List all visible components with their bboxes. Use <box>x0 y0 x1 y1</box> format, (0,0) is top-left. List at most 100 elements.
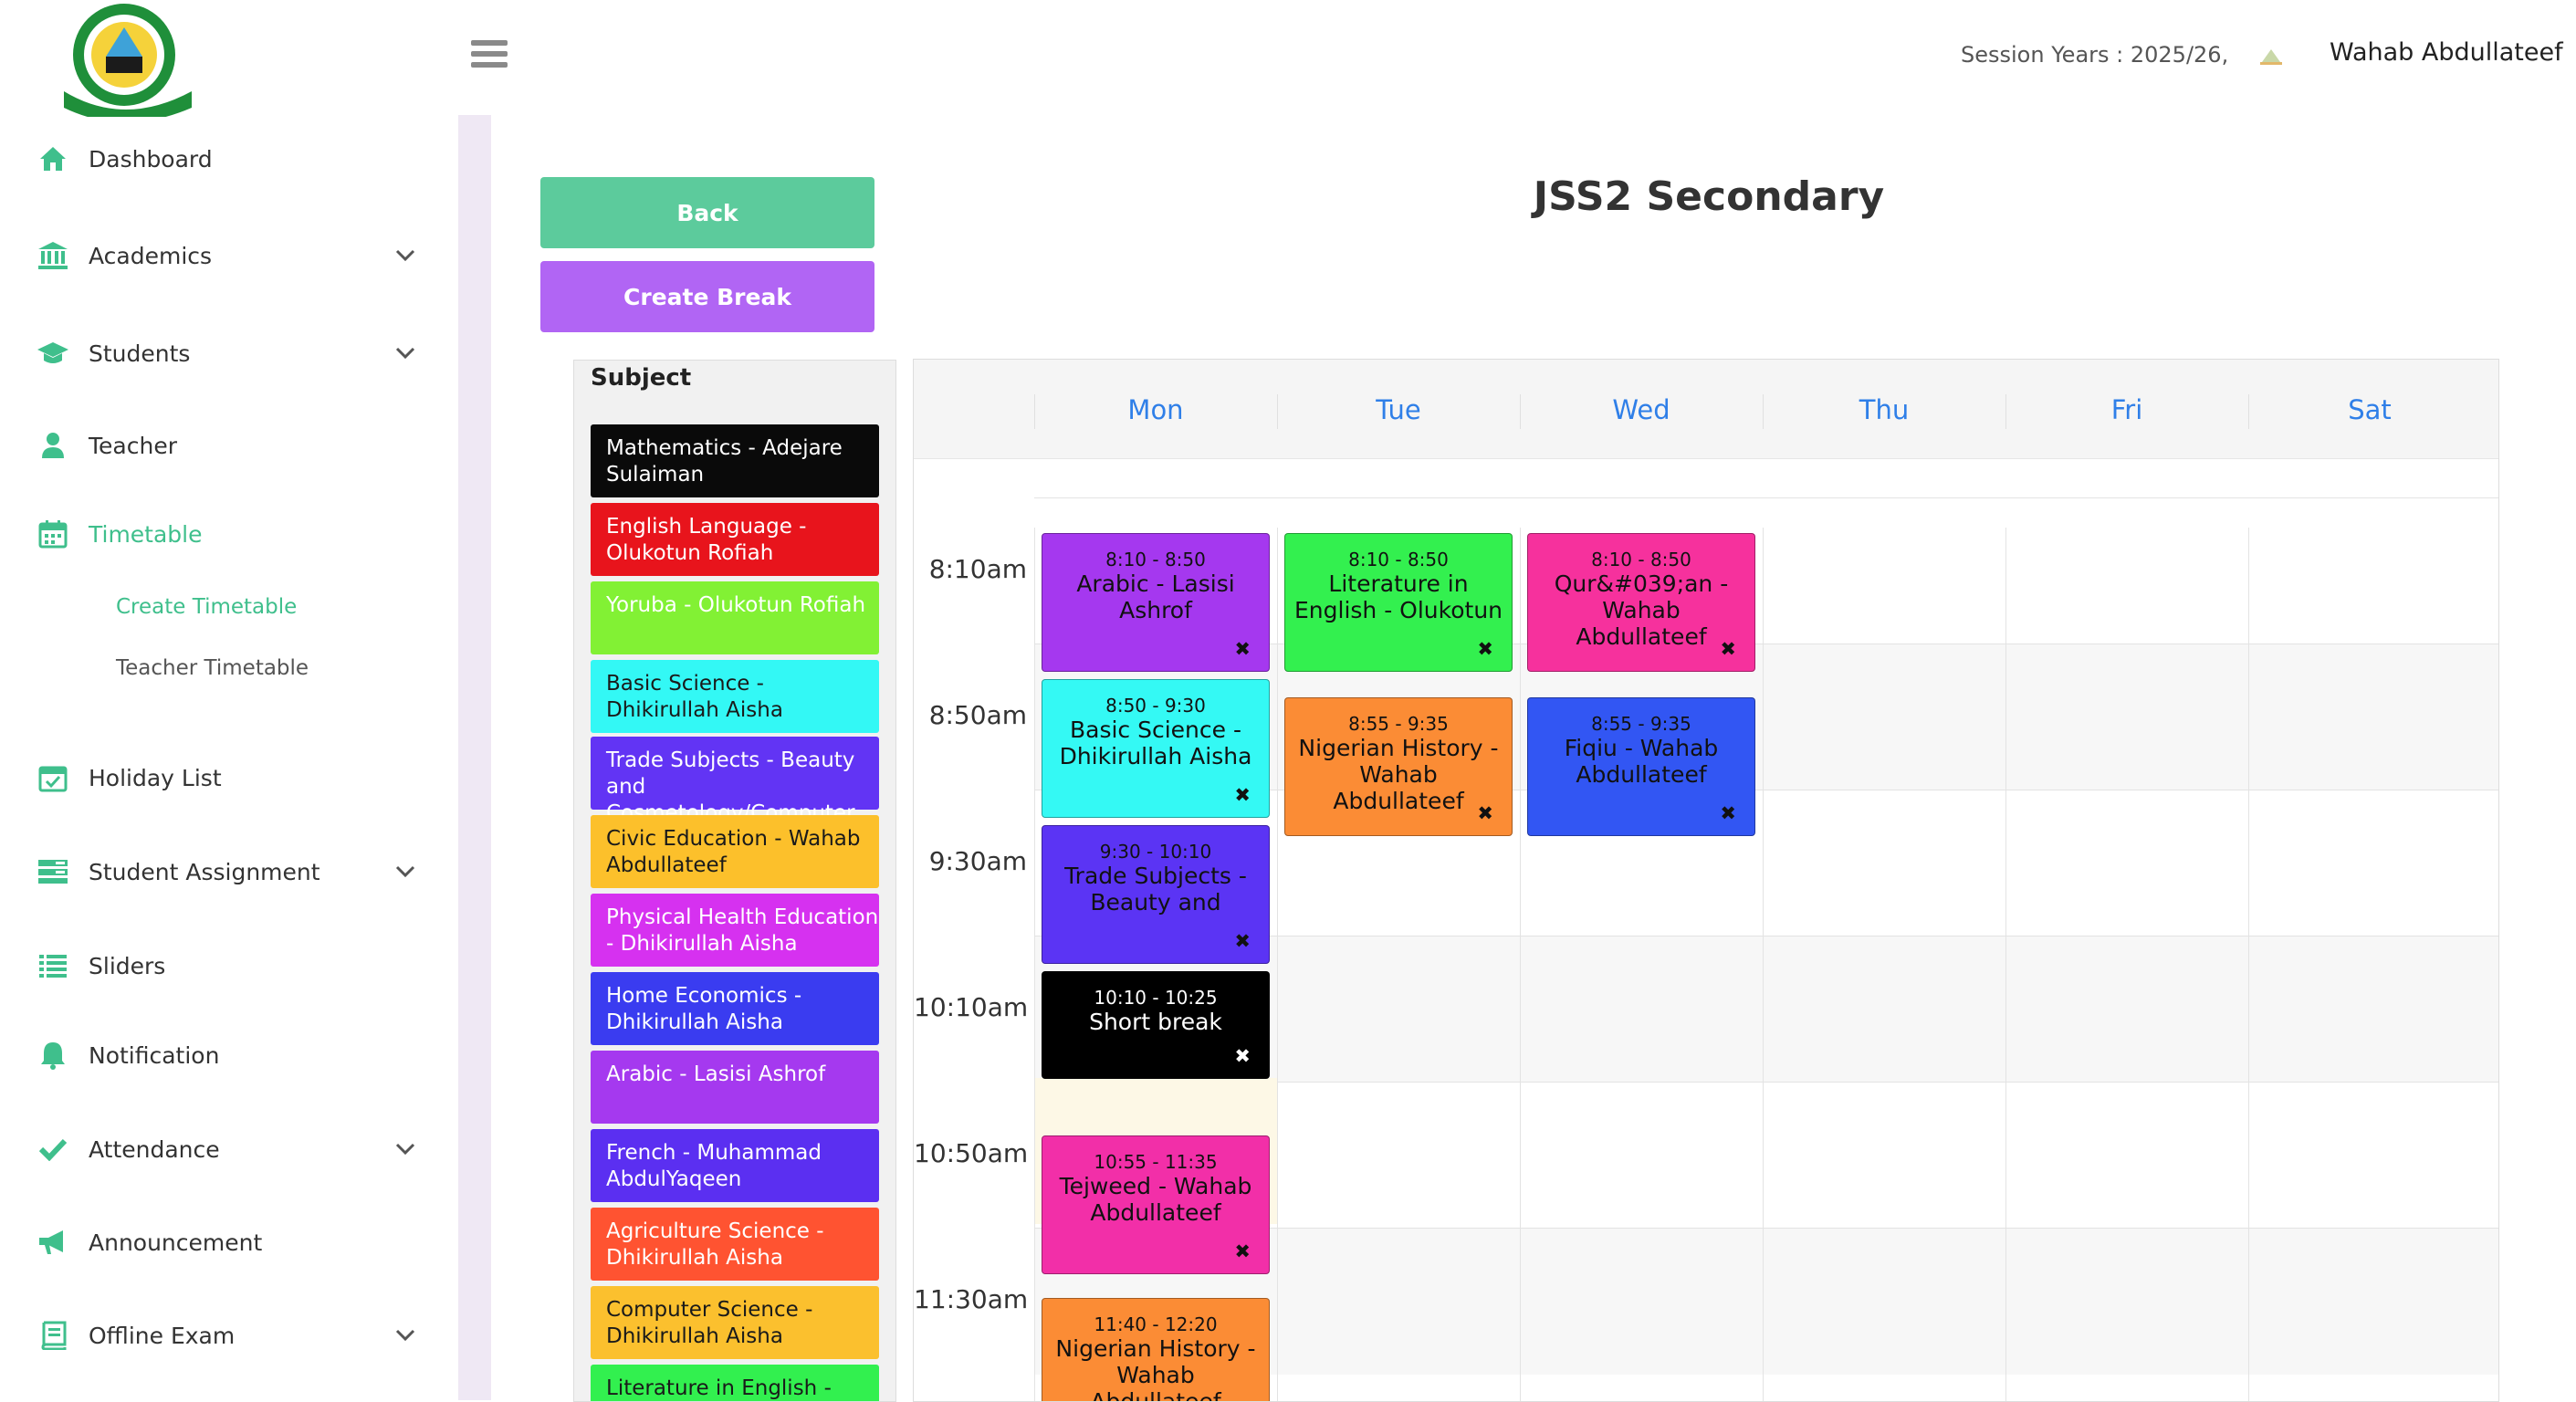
user-avatar-icon[interactable] <box>2258 46 2284 68</box>
user-icon <box>37 429 69 462</box>
sidebar-item-student-assignment[interactable]: Student Assignment <box>0 844 438 899</box>
timetable-event[interactable]: 8:10 - 8:50 Literature in English - Oluko… <box>1284 533 1513 672</box>
timetable-event[interactable]: 8:55 - 9:35 Fiqiu - Wahab Abdullateef ✖ <box>1527 697 1755 836</box>
sidebar-item-dashboard[interactable]: Dashboard <box>0 131 438 186</box>
day-header-thu[interactable]: Thu <box>1763 394 2005 425</box>
day-header-mon[interactable]: Mon <box>1034 394 1277 425</box>
session-years: Session Years : 2025/26, <box>1961 42 2229 68</box>
subject-item[interactable]: Arabic - Lasisi Ashrof <box>591 1051 879 1124</box>
tasks-icon <box>37 855 69 888</box>
chevron-down-icon[interactable] <box>393 243 418 268</box>
timetable-event[interactable]: 8:10 - 8:50 Arabic - Lasisi Ashrof ✖ <box>1042 533 1270 672</box>
event-title: Fiqiu - Wahab Abdullateef <box>1564 735 1719 788</box>
subject-item[interactable]: Trade Subjects - Beauty and Cosmetology/… <box>591 737 879 878</box>
chevron-down-icon[interactable] <box>393 859 418 884</box>
sidebar-item-academics[interactable]: Academics <box>0 228 438 283</box>
page-title: JSS2 Secondary <box>1533 173 1885 220</box>
sidebar-item-label: Attendance <box>89 1135 220 1163</box>
timetable-event[interactable]: 11:40 - 12:20 Nigerian History - Wahab Ab… <box>1042 1298 1270 1401</box>
sidebar-item-label: Teacher <box>89 432 177 459</box>
time-label: 8:10am <box>928 554 1027 584</box>
chevron-down-icon[interactable] <box>393 340 418 366</box>
remove-event-icon[interactable]: ✖ <box>1477 802 1493 824</box>
event-title: Literature in English - Olukotun <box>1293 570 1503 623</box>
event-time: 9:30 - 10:10 <box>1099 841 1212 863</box>
subject-item[interactable]: Computer Science - Dhikirullah Aisha <box>591 1286 879 1359</box>
menu-toggle-icon[interactable] <box>471 40 508 71</box>
create-break-button[interactable]: Create Break <box>540 261 874 332</box>
day-separator <box>1034 394 1035 429</box>
graduation-cap-icon <box>37 337 69 370</box>
sidebar-item-attendance[interactable]: Attendance <box>0 1122 438 1177</box>
all-day-row <box>914 429 2498 459</box>
sidebar-item-holiday-list[interactable]: Holiday List <box>0 750 438 805</box>
sidebar-item-label: Dashboard <box>89 145 213 173</box>
remove-event-icon[interactable]: ✖ <box>1234 1240 1251 1262</box>
subject-item[interactable]: Home Economics - Dhikirullah Aisha <box>591 972 879 1045</box>
sidebar-item-label: Offline Exam <box>89 1322 236 1349</box>
event-time: 8:55 - 9:35 <box>1591 713 1691 735</box>
day-header-wed[interactable]: Wed <box>1520 394 1763 425</box>
timetable-event[interactable]: 8:55 - 9:35 Nigerian History - Wahab Abdu… <box>1284 697 1513 836</box>
day-header-tue[interactable]: Tue <box>1277 394 1520 425</box>
time-label: 10:50am <box>914 1138 1029 1168</box>
time-label: 10:10am <box>914 992 1029 1022</box>
sidebar-item-label: Holiday List <box>89 764 222 791</box>
time-label: 11:30am <box>914 1284 1029 1314</box>
subject-item[interactable]: Civic Education - Wahab Abdullateef <box>591 815 879 888</box>
subnav-create-timetable[interactable]: Create Timetable <box>116 595 297 619</box>
sidebar-item-notification[interactable]: Notification <box>0 1028 438 1083</box>
timetable-event[interactable]: 9:30 - 10:10 Trade Subjects - Beauty and ✖ <box>1042 825 1270 964</box>
book-icon <box>37 1319 69 1352</box>
chevron-down-icon[interactable] <box>393 1136 418 1162</box>
day-separator <box>2248 394 2249 429</box>
timetable-event[interactable]: 10:10 - 10:25 Short break ✖ <box>1042 971 1270 1079</box>
calendar-day-header: Mon Tue Wed Thu Fri Sat <box>914 360 2498 430</box>
remove-event-icon[interactable]: ✖ <box>1234 638 1251 660</box>
remove-event-icon[interactable]: ✖ <box>1234 784 1251 806</box>
sidebar-item-offline-exam[interactable]: Offline Exam <box>0 1308 438 1363</box>
subject-item[interactable]: Literature in English - Olukotun <box>591 1365 879 1401</box>
remove-event-icon[interactable]: ✖ <box>1477 638 1493 660</box>
event-time: 8:10 - 8:50 <box>1591 549 1691 570</box>
event-time: 8:10 - 8:50 <box>1348 549 1449 570</box>
calendar-icon <box>37 518 69 550</box>
grid-column-line <box>1277 528 1278 1401</box>
subject-item[interactable]: Mathematics - Adejare Sulaiman <box>591 424 879 497</box>
day-header-fri[interactable]: Fri <box>2005 394 2248 425</box>
timetable-event[interactable]: 8:10 - 8:50 Qur&#039;an - Wahab Abdullate… <box>1527 533 1755 672</box>
grid-column-line <box>2248 528 2249 1401</box>
subject-panel: Subject Mathematics - Adejare Sulaiman En… <box>573 360 896 1402</box>
sidebar-item-sliders[interactable]: Sliders <box>0 938 438 993</box>
remove-event-icon[interactable]: ✖ <box>1234 1045 1251 1067</box>
subject-panel-header: Subject <box>591 364 692 392</box>
subject-item[interactable]: Agriculture Science - Dhikirullah Aisha <box>591 1208 879 1281</box>
chevron-down-icon[interactable] <box>393 1323 418 1348</box>
subject-item[interactable]: Physical Health Education - Dhikirullah … <box>591 894 879 967</box>
subject-item[interactable]: Basic Science - Dhikirullah Aisha <box>591 660 879 733</box>
timetable-event[interactable]: 10:55 - 11:35 Tejweed - Wahab Abdullateef… <box>1042 1135 1270 1274</box>
subject-item[interactable]: French - Muhammad AbdulYaqeen <box>591 1129 879 1202</box>
event-title: Trade Subjects - Beauty and <box>1064 863 1247 915</box>
event-time: 10:55 - 11:35 <box>1094 1151 1218 1173</box>
list-icon <box>37 949 69 982</box>
remove-event-icon[interactable]: ✖ <box>1720 638 1736 660</box>
sidebar-item-timetable[interactable]: Timetable <box>0 507 438 561</box>
bell-icon <box>37 1039 69 1072</box>
day-separator <box>1520 394 1521 429</box>
remove-event-icon[interactable]: ✖ <box>1234 930 1251 952</box>
remove-event-icon[interactable]: ✖ <box>1720 802 1736 824</box>
day-header-sat[interactable]: Sat <box>2248 394 2491 425</box>
sidebar-item-announcement[interactable]: Announcement <box>0 1215 438 1270</box>
sidebar-item-label: Announcement <box>89 1229 263 1256</box>
subject-item[interactable]: English Language - Olukotun Rofiah <box>591 503 879 576</box>
sidebar-item-label: Timetable <box>89 520 203 548</box>
back-button[interactable]: Back <box>540 177 874 248</box>
academy-logo[interactable] <box>55 0 201 122</box>
sidebar-item-students[interactable]: Students <box>0 326 438 381</box>
subject-item[interactable]: Yoruba - Olukotun Rofiah <box>591 581 879 654</box>
subnav-teacher-timetable[interactable]: Teacher Timetable <box>116 656 309 680</box>
timetable-event[interactable]: 8:50 - 9:30 Basic Science - Dhikirullah A… <box>1042 679 1270 818</box>
sidebar-item-teacher[interactable]: Teacher <box>0 418 438 473</box>
user-name[interactable]: Wahab Abdullateef <box>2330 38 2563 67</box>
